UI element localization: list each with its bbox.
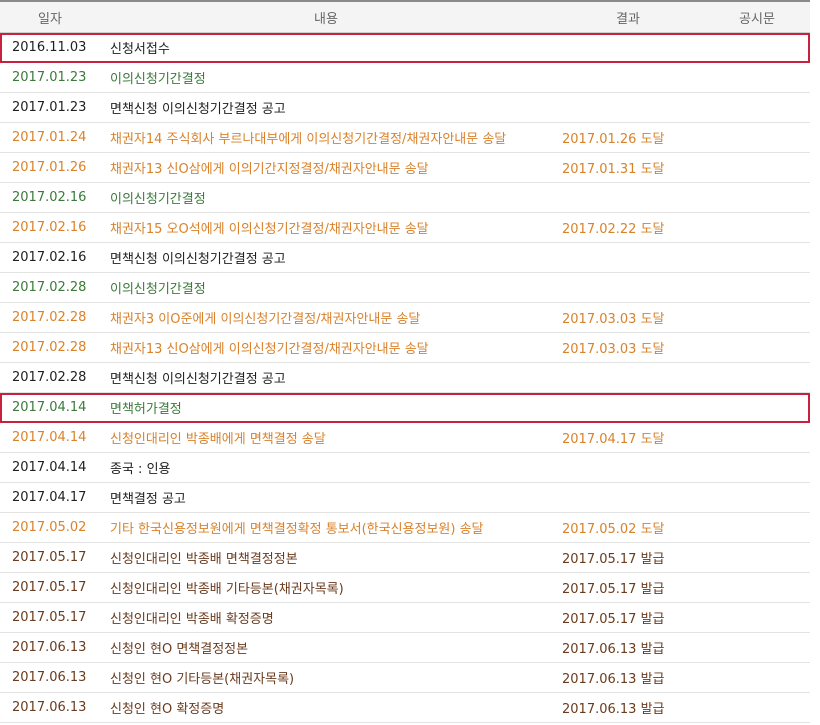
row-date: 2017.04.14 — [12, 430, 87, 445]
table-row: 2017.01.23 면책신청 이의신청기간결정 공고 — [0, 93, 810, 123]
row-content: 채권자13 신O삼에게 이의기간지정결정/채권자안내문 송달 — [110, 162, 429, 177]
table-row: 2017.05.17 신청인대리인 박종배 기타등본(채권자목록) 2017.05.… — [0, 573, 810, 603]
row-result: 2017.03.03 도달 — [562, 312, 665, 327]
row-date: 2017.04.17 — [12, 490, 87, 505]
row-date: 2017.01.23 — [12, 100, 87, 115]
row-content: 이의신청기간결정 — [110, 282, 206, 297]
table-row: 2017.01.23 이의신청기간결정 — [0, 63, 810, 93]
row-date: 2017.05.17 — [12, 550, 87, 565]
table-row: 2017.05.02 기타 한국신용정보원에게 면책결정확정 통보서(한국신용정보… — [0, 513, 810, 543]
row-date: 2017.02.28 — [12, 280, 87, 295]
header-content: 내용 — [314, 11, 338, 27]
row-result: 2017.01.26 도달 — [562, 132, 665, 147]
row-result: 2017.05.17 발급 — [562, 582, 665, 597]
row-result: 2017.06.13 발급 — [562, 642, 665, 657]
row-result: 2017.06.13 발급 — [562, 672, 665, 687]
row-result: 2017.04.17 도달 — [562, 432, 665, 447]
row-content: 채권자13 신O삼에게 이의신청기간결정/채권자안내문 송달 — [110, 342, 429, 357]
header-notice: 공시문 — [739, 11, 775, 27]
table-row: 2017.02.16 채권자15 오O석에게 이의신청기간결정/채권자안내문 송달… — [0, 213, 810, 243]
row-date: 2017.02.16 — [12, 250, 87, 265]
table-row: 2017.02.28 이의신청기간결정 — [0, 273, 810, 303]
row-date: 2017.02.16 — [12, 220, 87, 235]
row-content: 면책신청 이의신청기간결정 공고 — [110, 252, 286, 267]
row-date: 2017.02.16 — [12, 190, 87, 205]
table-row: 2017.04.14 면책허가결정 — [0, 393, 810, 423]
table-row: 2017.02.28 면책신청 이의신청기간결정 공고 — [0, 363, 810, 393]
table-row: 2017.04.17 면책결정 공고 — [0, 483, 810, 513]
row-date: 2017.06.13 — [12, 700, 87, 715]
row-content: 이의신청기간결정 — [110, 192, 206, 207]
row-content: 채권자15 오O석에게 이의신청기간결정/채권자안내문 송달 — [110, 222, 429, 237]
row-date: 2017.01.24 — [12, 130, 87, 145]
table-row: 2017.06.13 신청인 현O 면책결정정본 2017.06.13 발급 — [0, 633, 810, 663]
table-row: 2017.06.13 신청인 현O 확정증명 2017.06.13 발급 — [0, 693, 810, 723]
row-result: 2017.05.17 발급 — [562, 552, 665, 567]
row-content: 면책신청 이의신청기간결정 공고 — [110, 102, 286, 117]
header-result: 결과 — [616, 11, 640, 27]
row-content: 기타 한국신용정보원에게 면책결정확정 통보서(한국신용정보원) 송달 — [110, 522, 484, 537]
table-row: 2017.04.14 종국 : 인용 — [0, 453, 810, 483]
table-row: 2017.02.16 면책신청 이의신청기간결정 공고 — [0, 243, 810, 273]
row-content: 신청인대리인 박종배 확정증명 — [110, 612, 274, 627]
row-date: 2016.11.03 — [12, 40, 87, 55]
row-date: 2017.02.28 — [12, 370, 87, 385]
row-content: 면책허가결정 — [110, 402, 182, 417]
table-row: 2017.04.14 신청인대리인 박종배에게 면책결정 송달 2017.04.17… — [0, 423, 810, 453]
row-date: 2017.02.28 — [12, 340, 87, 355]
row-content: 신청인대리인 박종배 면책결정정본 — [110, 552, 298, 567]
table-body: 2016.11.03 신청서접수 2017.01.23 이의신청기간결정 2017.01… — [0, 33, 810, 723]
row-content: 신청인대리인 박종배에게 면책결정 송달 — [110, 432, 326, 447]
row-content: 신청서접수 — [110, 42, 170, 57]
table-header: 일자 내용 결과 공시문 — [0, 0, 810, 33]
table-row: 2017.02.28 채권자13 신O삼에게 이의신청기간결정/채권자안내문 송달… — [0, 333, 810, 363]
row-content: 면책신청 이의신청기간결정 공고 — [110, 372, 286, 387]
header-date: 일자 — [38, 11, 62, 27]
table-row: 2017.02.28 채권자3 이O준에게 이의신청기간결정/채권자안내문 송달 2… — [0, 303, 810, 333]
table-row: 2017.02.16 이의신청기간결정 — [0, 183, 810, 213]
row-result: 2017.01.31 도달 — [562, 162, 665, 177]
row-content: 채권자14 주식회사 부르나대부에게 이의신청기간결정/채권자안내문 송달 — [110, 132, 507, 147]
row-content: 채권자3 이O준에게 이의신청기간결정/채권자안내문 송달 — [110, 312, 421, 327]
row-date: 2017.04.14 — [12, 460, 87, 475]
row-date: 2017.01.26 — [12, 160, 87, 175]
case-progress-table: 일자 내용 결과 공시문 2016.11.03 신청서접수 2017.01.23 이의… — [0, 0, 810, 723]
row-result: 2017.03.03 도달 — [562, 342, 665, 357]
row-date: 2017.02.28 — [12, 310, 87, 325]
row-date: 2017.05.17 — [12, 610, 87, 625]
table-row: 2017.01.24 채권자14 주식회사 부르나대부에게 이의신청기간결정/채권… — [0, 123, 810, 153]
row-content: 신청인 현O 기타등본(채권자목록) — [110, 672, 295, 687]
table-row: 2017.05.17 신청인대리인 박종배 확정증명 2017.05.17 발급 — [0, 603, 810, 633]
row-result: 2017.02.22 도달 — [562, 222, 665, 237]
row-content: 종국 : 인용 — [110, 462, 171, 477]
row-result: 2017.06.13 발급 — [562, 702, 665, 717]
row-date: 2017.04.14 — [12, 400, 87, 415]
row-content: 신청인대리인 박종배 기타등본(채권자목록) — [110, 582, 344, 597]
row-date: 2017.05.02 — [12, 520, 87, 535]
row-date: 2017.01.23 — [12, 70, 87, 85]
table-row: 2016.11.03 신청서접수 — [0, 33, 810, 63]
row-date: 2017.05.17 — [12, 580, 87, 595]
row-content: 신청인 현O 면책결정정본 — [110, 642, 249, 657]
row-content: 이의신청기간결정 — [110, 72, 206, 87]
row-result: 2017.05.02 도달 — [562, 522, 665, 537]
row-content: 신청인 현O 확정증명 — [110, 702, 225, 717]
table-row: 2017.05.17 신청인대리인 박종배 면책결정정본 2017.05.17 발급 — [0, 543, 810, 573]
table-row: 2017.06.13 신청인 현O 기타등본(채권자목록) 2017.06.13 발… — [0, 663, 810, 693]
row-content: 면책결정 공고 — [110, 492, 186, 507]
row-date: 2017.06.13 — [12, 640, 87, 655]
row-date: 2017.06.13 — [12, 670, 87, 685]
table-row: 2017.01.26 채권자13 신O삼에게 이의기간지정결정/채권자안내문 송달… — [0, 153, 810, 183]
row-result: 2017.05.17 발급 — [562, 612, 665, 627]
